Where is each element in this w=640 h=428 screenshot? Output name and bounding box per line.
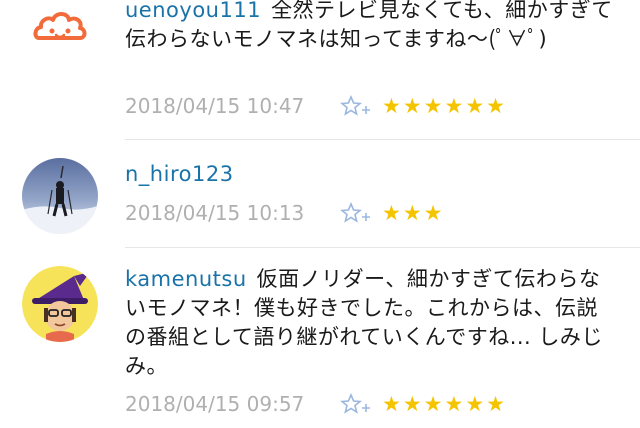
timestamp: 2018/04/15 10:47 xyxy=(125,94,305,118)
comment-body: uenoyou111 全然テレビ見なくても、細かすぎて伝わらないモノマネは知ってま… xyxy=(125,0,615,54)
filled-star-icon: ★ xyxy=(423,392,443,416)
star-rating: ★ ★ ★ ★ ★ ★ xyxy=(382,95,507,117)
filled-star-icon: ★ xyxy=(402,94,422,118)
skier-photo-avatar-icon xyxy=(22,158,98,234)
filled-star-icon: ★ xyxy=(465,94,485,118)
filled-star-icon: ★ xyxy=(382,201,401,225)
username-link[interactable]: uenoyou111 xyxy=(125,0,261,22)
comment-meta: 2018/04/15 10:13 ★ ★ ★ xyxy=(125,199,444,227)
filled-star-icon: ★ xyxy=(465,392,485,416)
timestamp: 2018/04/15 10:13 xyxy=(125,201,305,225)
filled-star-icon: ★ xyxy=(486,94,505,118)
comment-body: n_hiro123 xyxy=(125,160,615,189)
star-rating: ★ ★ ★ xyxy=(382,202,444,224)
username-link[interactable]: n_hiro123 xyxy=(125,162,234,186)
filled-star-icon: ★ xyxy=(444,392,464,416)
avatar[interactable] xyxy=(22,158,98,234)
comment-meta: 2018/04/15 09:57 ★ ★ ★ ★ ★ ★ xyxy=(125,390,507,418)
username-link[interactable]: kamenutsu xyxy=(125,267,247,291)
filled-star-icon: ★ xyxy=(382,392,401,416)
comment-item: n_hiro123 2018/04/15 10:13 ★ ★ ★ xyxy=(0,140,640,248)
comment-meta: 2018/04/15 10:47 ★ ★ ★ ★ ★ ★ xyxy=(125,92,507,120)
filled-star-icon: ★ xyxy=(382,94,401,118)
star-plus-icon[interactable] xyxy=(339,201,372,224)
filled-star-icon: ★ xyxy=(423,201,443,225)
witch-character-avatar-icon xyxy=(22,266,98,342)
avatar[interactable] xyxy=(22,0,98,70)
comment-body: kamenutsu 仮面ノリダー、細かすぎて伝わらないモノマネ！僕も好きでした。こ… xyxy=(125,265,605,381)
filled-star-icon: ★ xyxy=(402,201,422,225)
star-plus-icon[interactable] xyxy=(339,94,372,117)
star-plus-icon[interactable] xyxy=(339,392,372,415)
star-rating: ★ ★ ★ ★ ★ ★ xyxy=(382,393,507,415)
filled-star-icon: ★ xyxy=(444,94,464,118)
cloud-face-avatar-icon xyxy=(22,0,98,70)
avatar[interactable] xyxy=(22,266,98,342)
comment-item: kamenutsu 仮面ノリダー、細かすぎて伝わらないモノマネ！僕も好きでした。こ… xyxy=(0,248,640,428)
filled-star-icon: ★ xyxy=(423,94,443,118)
filled-star-icon: ★ xyxy=(402,392,422,416)
timestamp: 2018/04/15 09:57 xyxy=(125,392,305,416)
filled-star-icon: ★ xyxy=(486,392,505,416)
comment-item: uenoyou111 全然テレビ見なくても、細かすぎて伝わらないモノマネは知ってま… xyxy=(0,0,640,140)
